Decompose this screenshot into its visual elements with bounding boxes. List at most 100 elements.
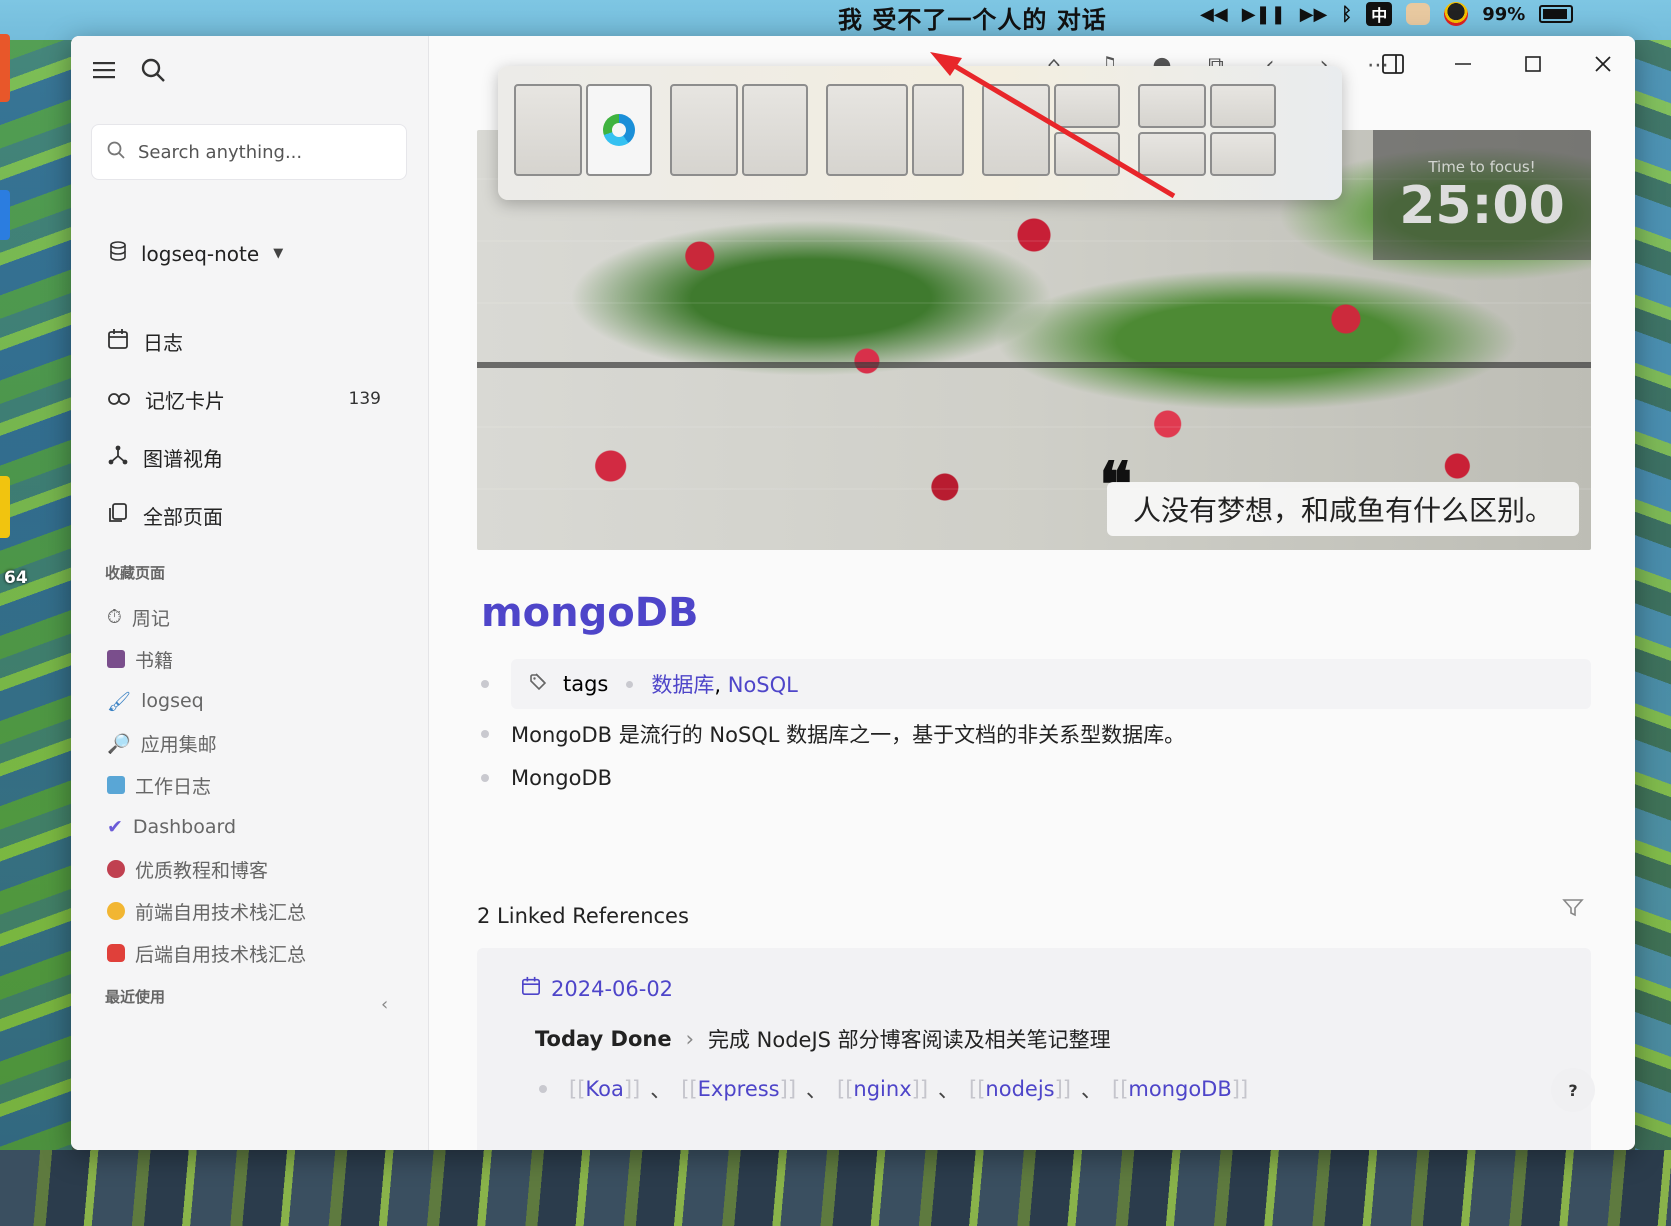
reference-date-label: 2024-06-02 bbox=[551, 976, 674, 1001]
favorite-item[interactable]: 后端自用技术栈汇总 bbox=[107, 932, 407, 974]
computer-icon bbox=[107, 776, 125, 794]
linked-references-heading[interactable]: 2 Linked References bbox=[477, 904, 689, 928]
page-ref-label: nodejs bbox=[985, 1077, 1055, 1101]
search-input[interactable] bbox=[138, 141, 378, 163]
block[interactable]: MongoDB 是流行的 NoSQL 数据库之一，基于文档的非关系型数据库。 bbox=[481, 712, 1591, 756]
help-button[interactable]: ? bbox=[1551, 1068, 1595, 1112]
snap-zone[interactable] bbox=[1138, 84, 1206, 128]
banner-quote: 人没有梦想，和咸鱼有什么区别。 bbox=[1106, 482, 1579, 536]
nav-all-pages[interactable]: 全部页面 bbox=[107, 486, 407, 544]
block-content[interactable]: MongoDB 是流行的 NoSQL 数据库之一，基于文档的非关系型数据库。 bbox=[511, 719, 1185, 749]
close-icon[interactable] bbox=[1587, 48, 1619, 80]
snap-zone[interactable] bbox=[912, 84, 964, 176]
filter-icon[interactable] bbox=[1561, 896, 1585, 924]
chevron-down-icon: ▼ bbox=[273, 246, 284, 261]
nav-journals[interactable]: 日志 bbox=[107, 312, 407, 370]
desktop-wallpaper-bottom bbox=[0, 1150, 1671, 1226]
property-value: 数据库, NoSQL bbox=[651, 673, 798, 697]
page-ref[interactable]: [[Express]] bbox=[681, 1077, 796, 1101]
snap-layout-halves-equal bbox=[670, 84, 810, 180]
search-icon[interactable] bbox=[139, 56, 167, 84]
favorite-item[interactable]: ✔ Dashboard bbox=[107, 806, 407, 848]
search-field[interactable] bbox=[91, 124, 407, 180]
snap-zone[interactable] bbox=[586, 84, 652, 176]
snap-zone[interactable] bbox=[1054, 84, 1120, 128]
snap-layout-wide-narrow bbox=[826, 84, 966, 180]
breadcrumb-child[interactable]: 完成 NodeJS 部分博客阅读及相关笔记整理 bbox=[708, 1024, 1111, 1054]
page-ref[interactable]: [[nginx]] bbox=[837, 1077, 928, 1101]
property-key[interactable]: tags bbox=[563, 672, 608, 696]
favorites-title: 收藏页面 bbox=[105, 564, 166, 582]
favorite-item[interactable]: 书籍 bbox=[107, 638, 407, 680]
right-sidebar-toggle-icon[interactable] bbox=[1377, 48, 1409, 80]
favorite-item[interactable]: 🖌 logseq bbox=[107, 680, 407, 722]
window-controls bbox=[1377, 48, 1619, 80]
nav-graph-view[interactable]: 图谱视角 bbox=[107, 428, 407, 486]
main-nav: 日志 记忆卡片 139 图谱视角 全部页面 bbox=[107, 312, 407, 544]
snap-layouts-popup bbox=[498, 66, 1342, 200]
graph-selector[interactable]: logseq-note ▼ bbox=[109, 241, 283, 266]
page-ref[interactable]: [[nodejs]] bbox=[969, 1077, 1071, 1101]
reference-date[interactable]: 2024-06-02 bbox=[521, 976, 673, 1001]
page-ref-label: Koa bbox=[585, 1077, 624, 1101]
snap-layout-quad bbox=[1138, 84, 1278, 180]
linked-reference-card: 2024-06-02 Today Done › 完成 NodeJS 部分博客阅读… bbox=[477, 948, 1591, 1150]
cat-app-icon[interactable] bbox=[1406, 3, 1431, 25]
favorite-item[interactable]: ⏱ 周记 bbox=[107, 596, 407, 638]
block-bullet[interactable] bbox=[481, 730, 489, 738]
input-method-indicator[interactable]: 中 bbox=[1366, 2, 1393, 26]
page-ref-label: mongoDB bbox=[1128, 1077, 1232, 1101]
chevron-left-icon[interactable]: ‹ bbox=[381, 994, 388, 1015]
block-bullet[interactable] bbox=[539, 1085, 547, 1093]
properties-block[interactable]: tags 数据库, NoSQL bbox=[481, 656, 1591, 712]
book-icon bbox=[107, 650, 125, 668]
previous-track-icon[interactable]: ◀◀ bbox=[1200, 4, 1228, 25]
qq-icon[interactable] bbox=[1444, 2, 1469, 26]
next-track-icon[interactable]: ▶▶ bbox=[1300, 4, 1328, 25]
nav-flashcards[interactable]: 记忆卡片 139 bbox=[107, 370, 407, 428]
breadcrumb: Today Done › 完成 NodeJS 部分博客阅读及相关笔记整理 bbox=[535, 1024, 1111, 1054]
favorite-item[interactable]: 工作日志 bbox=[107, 764, 407, 806]
nav-label: 日志 bbox=[143, 330, 183, 355]
graph-name: logseq-note bbox=[141, 241, 260, 266]
bluetooth-icon[interactable]: ᛒ bbox=[1341, 4, 1352, 25]
page-ref[interactable]: [[Koa]] bbox=[569, 1077, 640, 1101]
page-ref[interactable]: [[mongoDB]] bbox=[1112, 1077, 1248, 1101]
tag-link[interactable]: 数据库 bbox=[651, 673, 714, 697]
play-pause-icon[interactable]: ▶❚❚ bbox=[1242, 4, 1286, 25]
favorite-label: 工作日志 bbox=[135, 775, 212, 798]
block-bullet[interactable] bbox=[481, 680, 489, 688]
block[interactable]: MongoDB bbox=[481, 756, 1591, 800]
snap-zone[interactable] bbox=[670, 84, 738, 176]
maximize-icon[interactable] bbox=[1517, 48, 1549, 80]
desktop-app-icon[interactable] bbox=[0, 476, 10, 538]
minimize-icon[interactable] bbox=[1447, 48, 1479, 80]
snap-zone[interactable] bbox=[982, 84, 1050, 176]
timer-value: 25:00 bbox=[1399, 176, 1565, 236]
desktop-app-icon[interactable] bbox=[0, 190, 10, 240]
snap-zone[interactable] bbox=[1210, 132, 1276, 176]
tag-link[interactable]: NoSQL bbox=[728, 673, 798, 697]
snap-zone[interactable] bbox=[742, 84, 808, 176]
page-title[interactable]: mongoDB bbox=[481, 590, 698, 636]
favorite-item[interactable]: 前端自用技术栈汇总 bbox=[107, 890, 407, 932]
snap-zone[interactable] bbox=[1054, 132, 1120, 176]
favorite-item[interactable]: 🔎 应用集邮 bbox=[107, 722, 407, 764]
snap-zone[interactable] bbox=[826, 84, 908, 176]
favorite-label: logseq bbox=[141, 690, 204, 712]
favorite-item[interactable]: 优质教程和博客 bbox=[107, 848, 407, 890]
menu-icon[interactable] bbox=[91, 56, 119, 84]
system-tray: ◀◀ ▶❚❚ ▶▶ ᛒ 中 99% bbox=[1200, 2, 1574, 26]
database-icon bbox=[109, 241, 127, 266]
top-bar: 我 受不了一个人的 对话 ◀◀ ▶❚❚ ▶▶ ᛒ 中 99% bbox=[0, 0, 1671, 34]
snap-zone[interactable] bbox=[514, 84, 582, 176]
snap-zone[interactable] bbox=[1210, 84, 1276, 128]
block-bullet[interactable] bbox=[481, 774, 489, 782]
reference-block[interactable]: [[Koa]]、 [[Express]]、 [[nginx]]、 [[nodej… bbox=[539, 1074, 1248, 1104]
desktop-app-icon[interactable] bbox=[0, 34, 10, 102]
breadcrumb-parent[interactable]: Today Done bbox=[535, 1027, 672, 1051]
snap-zone[interactable] bbox=[1138, 132, 1206, 176]
focus-timer[interactable]: Time to focus! 25:00 bbox=[1373, 130, 1591, 260]
block-content[interactable]: MongoDB bbox=[511, 766, 612, 790]
favorite-label: 应用集邮 bbox=[140, 733, 217, 756]
